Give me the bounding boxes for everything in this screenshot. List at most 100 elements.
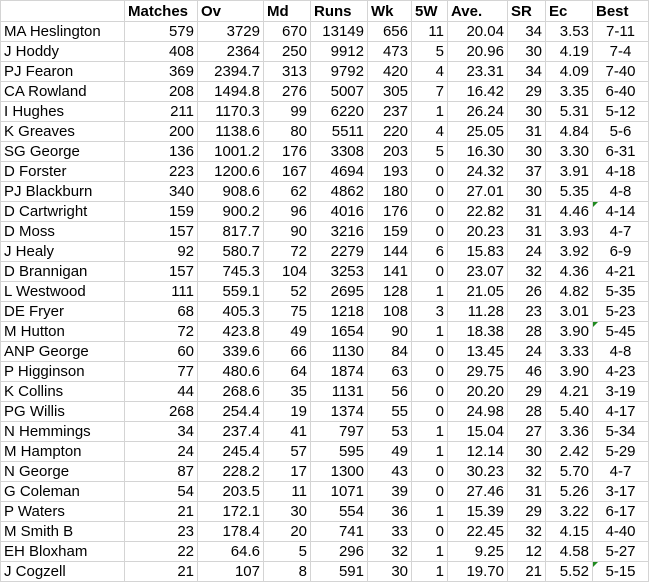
cell-runs[interactable]: 595 (310, 441, 368, 462)
cell-runs[interactable]: 4016 (310, 201, 368, 222)
cell-economy[interactable]: 3.36 (545, 421, 593, 442)
cell-overs[interactable]: 2364 (197, 41, 264, 62)
cell-strike-rate[interactable]: 12 (507, 541, 546, 562)
cell-maidens[interactable]: 57 (263, 441, 311, 462)
cell-overs[interactable]: 237.4 (197, 421, 264, 442)
cell-five-wickets[interactable]: 0 (411, 161, 448, 182)
cell-runs[interactable]: 4862 (310, 181, 368, 202)
cell-strike-rate[interactable]: 37 (507, 161, 546, 182)
cell-best[interactable]: 4-8 (592, 341, 649, 362)
cell-matches[interactable]: 408 (124, 41, 198, 62)
cell-matches[interactable]: 211 (124, 101, 198, 122)
cell-best[interactable]: 4-21 (592, 261, 649, 282)
cell-best[interactable]: 5-6 (592, 121, 649, 142)
cell-overs[interactable]: 745.3 (197, 261, 264, 282)
cell-runs[interactable]: 2279 (310, 241, 368, 262)
cell-average[interactable]: 30.23 (447, 461, 508, 482)
cell-economy[interactable]: 4.15 (545, 521, 593, 542)
cell-overs[interactable]: 817.7 (197, 221, 264, 242)
cell-runs[interactable]: 2695 (310, 281, 368, 302)
cell-average[interactable]: 20.04 (447, 21, 508, 42)
cell-economy[interactable]: 3.30 (545, 141, 593, 162)
cell-matches[interactable]: 60 (124, 341, 198, 362)
cell-average[interactable]: 23.31 (447, 61, 508, 82)
cell-strike-rate[interactable]: 31 (507, 201, 546, 222)
cell-best[interactable]: 4-7 (592, 461, 649, 482)
cell-economy[interactable]: 3.92 (545, 241, 593, 262)
cell-wickets[interactable]: 33 (367, 521, 412, 542)
cell-wickets[interactable]: 473 (367, 41, 412, 62)
cell-average[interactable]: 25.05 (447, 121, 508, 142)
cell-five-wickets[interactable]: 4 (411, 121, 448, 142)
cell-overs[interactable]: 405.3 (197, 301, 264, 322)
cell-maidens[interactable]: 75 (263, 301, 311, 322)
cell-wickets[interactable]: 39 (367, 481, 412, 502)
cell-overs[interactable]: 3729 (197, 21, 264, 42)
cell-maidens[interactable]: 64 (263, 361, 311, 382)
cell-name[interactable]: J Healy (0, 241, 125, 262)
cell-wickets[interactable]: 53 (367, 421, 412, 442)
cell-five-wickets[interactable]: 0 (411, 221, 448, 242)
cell-economy[interactable]: 5.26 (545, 481, 593, 502)
cell-five-wickets[interactable]: 6 (411, 241, 448, 262)
cell-best[interactable]: 6-17 (592, 501, 649, 522)
cell-best[interactable]: 5-45 (592, 321, 649, 342)
cell-strike-rate[interactable]: 28 (507, 321, 546, 342)
column-header-economy[interactable]: Ec (545, 0, 593, 22)
cell-matches[interactable]: 200 (124, 121, 198, 142)
cell-average[interactable]: 27.01 (447, 181, 508, 202)
cell-name[interactable]: N George (0, 461, 125, 482)
cell-matches[interactable]: 579 (124, 21, 198, 42)
cell-runs[interactable]: 296 (310, 541, 368, 562)
cell-economy[interactable]: 4.46 (545, 201, 593, 222)
cell-maidens[interactable]: 66 (263, 341, 311, 362)
cell-maidens[interactable]: 11 (263, 481, 311, 502)
column-header-matches[interactable]: Matches (124, 0, 198, 22)
cell-average[interactable]: 22.82 (447, 201, 508, 222)
cell-average[interactable]: 20.96 (447, 41, 508, 62)
cell-wickets[interactable]: 180 (367, 181, 412, 202)
cell-average[interactable]: 12.14 (447, 441, 508, 462)
cell-matches[interactable]: 21 (124, 501, 198, 522)
cell-five-wickets[interactable]: 5 (411, 41, 448, 62)
cell-strike-rate[interactable]: 24 (507, 341, 546, 362)
cell-best[interactable]: 6-31 (592, 141, 649, 162)
cell-overs[interactable]: 580.7 (197, 241, 264, 262)
cell-name[interactable]: D Moss (0, 221, 125, 242)
cell-overs[interactable]: 228.2 (197, 461, 264, 482)
cell-name[interactable]: EH Bloxham (0, 541, 125, 562)
cell-five-wickets[interactable]: 0 (411, 381, 448, 402)
cell-runs[interactable]: 4694 (310, 161, 368, 182)
cell-runs[interactable]: 3253 (310, 261, 368, 282)
cell-average[interactable]: 11.28 (447, 301, 508, 322)
cell-maidens[interactable]: 62 (263, 181, 311, 202)
cell-name[interactable]: K Greaves (0, 121, 125, 142)
cell-economy[interactable]: 4.21 (545, 381, 593, 402)
cell-best[interactable]: 5-23 (592, 301, 649, 322)
cell-wickets[interactable]: 193 (367, 161, 412, 182)
cell-strike-rate[interactable]: 29 (507, 381, 546, 402)
cell-overs[interactable]: 1494.8 (197, 81, 264, 102)
cell-economy[interactable]: 4.36 (545, 261, 593, 282)
cell-matches[interactable]: 24 (124, 441, 198, 462)
column-header-five-wickets[interactable]: 5W (411, 0, 448, 22)
cell-wickets[interactable]: 90 (367, 321, 412, 342)
cell-matches[interactable]: 223 (124, 161, 198, 182)
cell-best[interactable]: 4-18 (592, 161, 649, 182)
cell-overs[interactable]: 423.8 (197, 321, 264, 342)
cell-best[interactable]: 5-29 (592, 441, 649, 462)
cell-name[interactable]: SG George (0, 141, 125, 162)
cell-five-wickets[interactable]: 0 (411, 341, 448, 362)
cell-best[interactable]: 4-17 (592, 401, 649, 422)
cell-wickets[interactable]: 49 (367, 441, 412, 462)
cell-best[interactable]: 7-11 (592, 21, 649, 42)
cell-strike-rate[interactable]: 29 (507, 81, 546, 102)
cell-wickets[interactable]: 43 (367, 461, 412, 482)
column-header-average[interactable]: Ave. (447, 0, 508, 22)
cell-wickets[interactable]: 159 (367, 221, 412, 242)
cell-overs[interactable]: 64.6 (197, 541, 264, 562)
cell-overs[interactable]: 178.4 (197, 521, 264, 542)
cell-best[interactable]: 5-27 (592, 541, 649, 562)
cell-maidens[interactable]: 35 (263, 381, 311, 402)
cell-wickets[interactable]: 32 (367, 541, 412, 562)
